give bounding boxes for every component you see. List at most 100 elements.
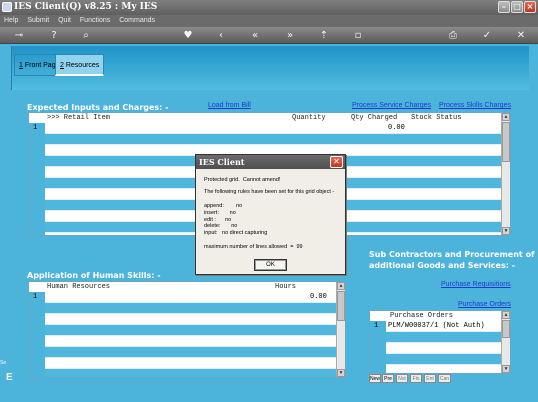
dialog-close-button[interactable]: ✕ [330,156,343,168]
human-scrollbar[interactable]: ▲ ▼ [336,282,345,377]
back-icon[interactable]: ‹ [215,29,227,42]
ok-button[interactable]: OK [254,259,287,271]
purchase-requisitions-link[interactable]: Purchase Requisitions [441,281,511,288]
scroll-up-arrow-icon[interactable]: ▲ [502,113,510,121]
col-stock-status: Stock Status [411,114,462,122]
minimize-button[interactable]: – [498,1,510,13]
close-icon[interactable]: ✕ [515,29,527,42]
dialog-maxlines: maximum number of lines allowed = 99 [204,244,303,250]
col-qty-charged: Qty Charged [351,114,398,122]
table-row[interactable] [386,332,501,343]
forward-icon[interactable]: » [284,29,296,42]
tab-bar: 1 Front Page 2 Resources [11,46,529,90]
menu-commands[interactable]: Commands [119,17,155,24]
inputs-grid-header: >>> Retail Item Quantity Qty Charged Sto… [29,113,501,123]
table-row[interactable]: 0.00 [45,123,501,134]
table-row[interactable] [386,354,501,365]
table-row[interactable] [386,343,501,354]
qty-charged-value: 0.00 [388,124,405,132]
menu-functions[interactable]: Functions [80,17,110,24]
table-row[interactable]: 0.00 [45,292,336,303]
print-icon[interactable]: ⎙ [447,29,459,42]
table-row[interactable] [45,369,336,377]
scroll-down-arrow-icon[interactable]: ▼ [502,365,510,373]
dialog-title: IES Client [196,155,345,169]
row-gutter [29,292,45,377]
help-icon[interactable]: ? [48,29,60,42]
table-row[interactable]: PLM/W00037/1 (Not Auth) [386,321,501,332]
app-icon [2,2,12,12]
nav-cancel-button[interactable]: Can [438,374,451,383]
search-icon[interactable]: ⌕ [80,29,92,42]
row-gutter [29,123,45,235]
process-skills-charges-link[interactable]: Process Skills Charges [439,102,511,109]
load-from-bill-link[interactable]: Load from Bill [208,102,251,109]
menu-submit[interactable]: Submit [27,17,49,24]
message-dialog: IES Client ✕ Protected grid. Cannot amen… [195,154,346,275]
table-row[interactable] [45,134,501,145]
rewind-icon[interactable]: « [249,29,261,42]
process-service-charges-link[interactable]: Process Service Charges [352,102,431,109]
po-scrollbar[interactable]: ▲ ▼ [501,311,510,373]
hours-value: 0.00 [310,293,327,301]
purchase-orders-link[interactable]: Purchase Orders [458,301,511,308]
human-skills-heading: Application of Human Skills: - [27,271,161,280]
nav-enter-button[interactable]: Ent [424,374,436,383]
inputs-heading: Expected Inputs and Charges: - [27,103,169,112]
table-row[interactable] [45,347,336,358]
scroll-thumb[interactable] [337,291,345,321]
tab-front-page-label: Front Page [22,62,60,69]
close-window-button[interactable]: × [524,1,536,13]
maximize-button[interactable]: □ [511,1,523,13]
check-icon[interactable]: ✓ [481,29,493,42]
human-grid-header: Human Resources Hours [29,282,336,292]
row-number: 1 [33,124,38,132]
col-retail-item: >>> Retail Item [47,114,111,122]
left-edge-label: Se [0,360,7,366]
col-hours: Hours [275,283,297,291]
toolbar: ⊸ ? ⌕ ♥ ‹ « » ⇡ ▫ ⎙ ✓ ✕ [0,27,538,44]
col-purchase-orders: Purchase Orders [390,312,454,320]
table-row[interactable] [45,303,336,314]
scroll-down-arrow-icon[interactable]: ▼ [337,369,345,377]
tab-resources-label: Resources [63,62,100,69]
menu-help[interactable]: Help [4,17,18,24]
menu-quit[interactable]: Quit [58,17,71,24]
subcontractors-heading-line2: additional Goods and Services: - [369,261,516,270]
purchase-orders-grid[interactable]: Purchase Orders 1 PLM/W00037/1 (Not Auth… [369,310,511,374]
subcontractors-heading-line1: Sub Contractors and Procurement of [369,250,535,259]
dialog-line2: The following rules have been set for th… [204,189,335,195]
nav-previous-button[interactable]: Pre [382,374,394,383]
row-number: 1 [374,322,379,330]
left-edge-letter: E [6,372,13,383]
col-human-resources: Human Resources [47,283,111,291]
dialog-rules: append: no insert: no edit : no delete: … [204,203,268,237]
scroll-up-arrow-icon[interactable]: ▲ [502,311,510,319]
table-row[interactable] [45,325,336,336]
scroll-thumb[interactable] [502,122,510,162]
nav-new-button[interactable]: New [369,374,381,383]
human-skills-grid[interactable]: Human Resources Hours 1 0.00 ▲ ▼ [28,281,346,378]
up-icon[interactable]: ⇡ [318,29,330,42]
table-row[interactable] [45,314,336,325]
table-row[interactable] [45,336,336,347]
table-row[interactable] [45,358,336,369]
nav-finish-button[interactable]: Fin [410,374,422,383]
heart-icon[interactable]: ♥ [182,29,194,42]
inputs-scrollbar[interactable]: ▲ ▼ [501,113,510,235]
key-icon[interactable]: ⊸ [8,29,30,42]
scroll-thumb[interactable] [502,320,510,338]
scroll-down-arrow-icon[interactable]: ▼ [502,227,510,235]
scroll-up-arrow-icon[interactable]: ▲ [337,282,345,290]
tab-resources[interactable]: 2 Resources [55,54,105,76]
title-bar: IES Client(Q) v8.25 : My IES – □ × [0,0,538,15]
purchase-order-value: PLM/W00037/1 (Not Auth) [388,322,485,330]
col-quantity: Quantity [292,114,326,122]
po-grid-header: Purchase Orders [370,311,501,321]
nav-next-button[interactable]: Nxt [396,374,408,383]
dialog-line1: Protected grid. Cannot amend! [204,177,281,183]
app-window: IES Client(Q) v8.25 : My IES – □ × Help … [0,0,538,402]
window-title: IES Client(Q) v8.25 : My IES [14,2,158,12]
menu-bar: Help Submit Quit Functions Commands [0,15,538,27]
stop-icon[interactable]: ▫ [352,29,364,42]
